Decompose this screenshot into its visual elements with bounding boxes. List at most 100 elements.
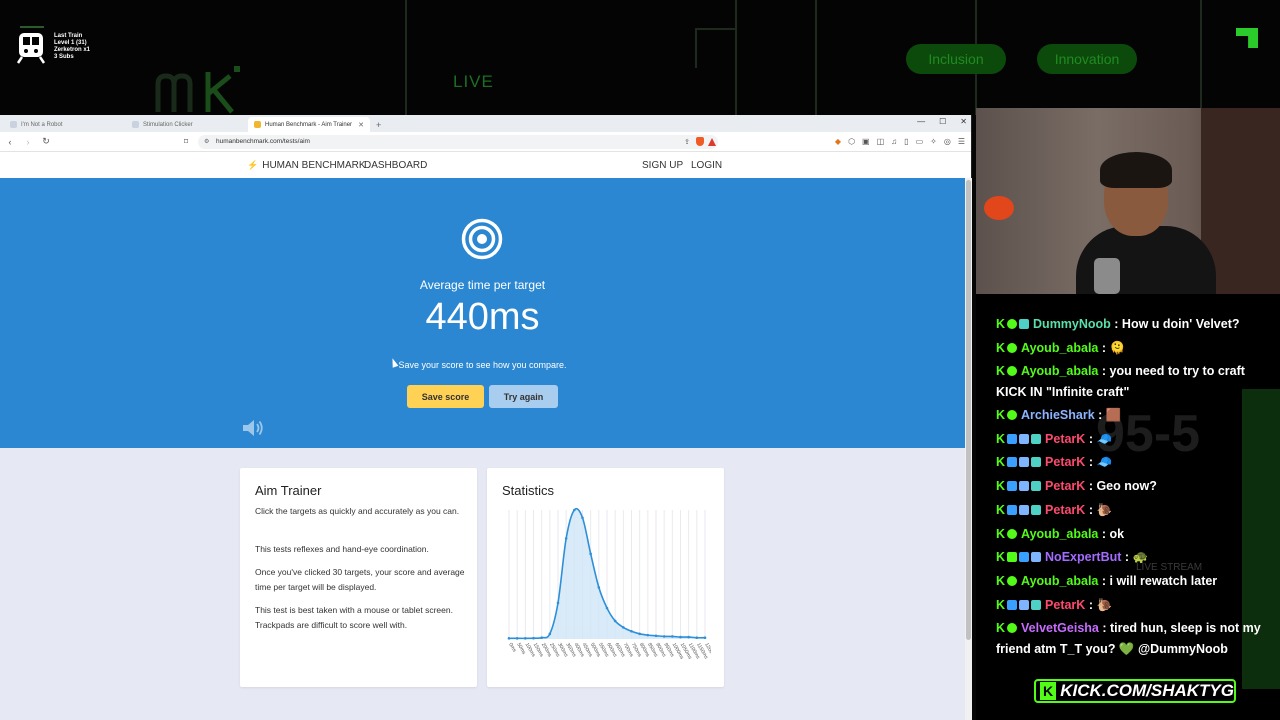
vpn-icon[interactable]: ◎	[944, 137, 951, 146]
share-icon[interactable]: ⇪	[684, 138, 690, 146]
chart-point	[622, 626, 625, 629]
chat-username[interactable]: Ayoub_abala	[1021, 574, 1098, 588]
chat-username[interactable]: NoExpertBut	[1045, 550, 1121, 564]
new-tab-icon[interactable]: +	[370, 120, 387, 132]
chart-point	[662, 635, 666, 638]
tab-favicon	[10, 121, 17, 128]
tab-close-icon[interactable]: ✕	[358, 121, 364, 129]
chat-text: : 🧢	[1088, 455, 1113, 469]
chart-point	[679, 635, 682, 639]
minimize-icon[interactable]: —	[917, 117, 925, 126]
brave-shields-icon[interactable]	[696, 137, 704, 146]
kick-url-text: KICK.COM/SHAKTYG	[1060, 681, 1234, 700]
chat-message: K NoExpertBut : 🐢	[996, 547, 1266, 568]
chat-username[interactable]: ArchieShark	[1021, 408, 1095, 422]
address-toolbar: ‹ › ↻ ⌑ ⚙ humanbenchmark.com/tests/aim ⇪…	[0, 132, 971, 152]
try-again-button[interactable]: Try again	[489, 385, 558, 408]
overlay-pill: Innovation	[1037, 44, 1137, 74]
shark-badge-icon	[1019, 457, 1030, 467]
chart-point	[654, 634, 658, 638]
address-bar[interactable]: ⌑ ⚙ humanbenchmark.com/tests/aim ⇪	[184, 134, 718, 149]
menu-icon[interactable]: ☰	[958, 137, 965, 146]
chat-text: : 🐢	[1124, 550, 1149, 564]
chat-text: : 🐌	[1088, 503, 1113, 517]
chat-message: K VelvetGeisha : tired hun, sleep is not …	[996, 618, 1266, 660]
chart-point	[556, 601, 560, 605]
tab-stimulation-clicker[interactable]: Stimulation Clicker	[126, 117, 248, 132]
maximize-icon[interactable]: ☐	[939, 117, 946, 126]
tab-im-not-a-robot[interactable]: I'm Not a Robot	[4, 117, 126, 132]
chat-username[interactable]: Ayoub_abala	[1021, 341, 1098, 355]
chat-username[interactable]: VelvetGeisha	[1021, 621, 1099, 635]
result-hero: Average time per target 440ms Save your …	[0, 178, 965, 448]
bookmark-icon[interactable]: ⌑	[184, 137, 188, 146]
tab-label: Human Benchmark - Aim Trainer	[265, 121, 353, 128]
sub-goal-line: Level 1 (31)	[54, 40, 87, 46]
shark-badge-icon	[1019, 434, 1030, 444]
chart-point	[646, 633, 650, 637]
brave-rewards-icon[interactable]	[708, 137, 716, 146]
chart-point	[581, 516, 584, 520]
scrollbar-thumb[interactable]	[966, 180, 971, 640]
chart-point	[671, 635, 674, 638]
chat-message: K ArchieShark : 🟫	[996, 405, 1266, 426]
save-score-button[interactable]: Save score	[407, 385, 484, 408]
chat-panel: 95-5 LIVE STREAM K DummyNoob : How u doin…	[976, 294, 1280, 720]
window-controls: — ☐ ✕	[917, 117, 967, 126]
avg-time-label: Average time per target	[419, 278, 546, 292]
chart-point	[515, 637, 519, 640]
chart-point	[507, 637, 511, 640]
site-brand[interactable]: ⚡ HUMAN BENCHMARK	[247, 160, 366, 171]
sidebar-icon[interactable]: ▯	[904, 137, 908, 146]
chart-point	[564, 537, 568, 540]
chat-text: : 🫠	[1101, 341, 1126, 355]
reload-icon[interactable]: ↻	[42, 136, 50, 147]
chart-point	[524, 637, 527, 640]
sub-goal-line: Last Train	[54, 33, 83, 39]
info-section: Aim Trainer Click the targets as quickly…	[0, 448, 965, 720]
tab-human-benchmark[interactable]: Human Benchmark - Aim Trainer ✕	[248, 117, 370, 132]
kick-badge-icon: K	[996, 455, 1006, 469]
chat-username[interactable]: Ayoub_abala	[1021, 527, 1098, 541]
arrow-badge-icon	[1007, 505, 1018, 515]
forward-icon[interactable]: ›	[24, 137, 32, 147]
chat-username[interactable]: DummyNoob	[1033, 317, 1111, 331]
kick-badge-icon: K	[996, 574, 1006, 588]
bolt-icon: ⚡	[247, 160, 259, 170]
back-icon[interactable]: ‹	[6, 137, 14, 147]
arrow-badge-icon	[1007, 481, 1018, 491]
chat-message: K PetarK : Geo now?	[996, 476, 1266, 497]
chat-text: : How u doin' Velvet?	[1114, 317, 1240, 331]
shark-badge-icon	[1019, 481, 1030, 491]
metamask-icon[interactable]: ◆	[835, 137, 841, 146]
nav-dashboard[interactable]: DASHBOARD	[364, 160, 427, 171]
media-icon[interactable]: ♫	[891, 137, 897, 146]
wallet-icon[interactable]: ▭	[916, 137, 924, 146]
chat-username[interactable]: Ayoub_abala	[1021, 364, 1098, 378]
overlay-live-label: LIVE	[453, 72, 494, 91]
site-info-icon[interactable]: ⚙	[204, 138, 209, 145]
chat-username[interactable]: PetarK	[1045, 432, 1085, 446]
leo-icon[interactable]: ✧	[930, 137, 937, 146]
chat-username[interactable]: PetarK	[1045, 455, 1085, 469]
extension-icon[interactable]: ◫	[877, 137, 885, 146]
extension-icon[interactable]: ⬡	[848, 137, 855, 146]
close-window-icon[interactable]: ✕	[960, 117, 967, 126]
chat-username[interactable]: PetarK	[1045, 479, 1085, 493]
tab-favicon	[254, 121, 261, 128]
chat-username[interactable]: PetarK	[1045, 598, 1085, 612]
chart-point	[638, 632, 641, 636]
extension-icon[interactable]: ▣	[862, 137, 870, 146]
speaker-icon[interactable]	[241, 418, 265, 438]
about-paragraph: Once you've clicked 30 targets, your sco…	[255, 567, 465, 592]
chat-username[interactable]: PetarK	[1045, 503, 1085, 517]
nav-login[interactable]: LOGIN	[691, 160, 722, 171]
chart-point	[687, 635, 690, 639]
url-text: humanbenchmark.com/tests/aim	[216, 138, 310, 145]
nav-signup[interactable]: SIGN UP	[642, 160, 683, 171]
page-scrollbar[interactable]	[965, 178, 972, 720]
sparkle-badge-icon	[1007, 319, 1018, 329]
streamer-hair	[1100, 152, 1172, 188]
sparkle-badge-icon	[1007, 343, 1018, 353]
shark-badge-icon	[1019, 505, 1030, 515]
